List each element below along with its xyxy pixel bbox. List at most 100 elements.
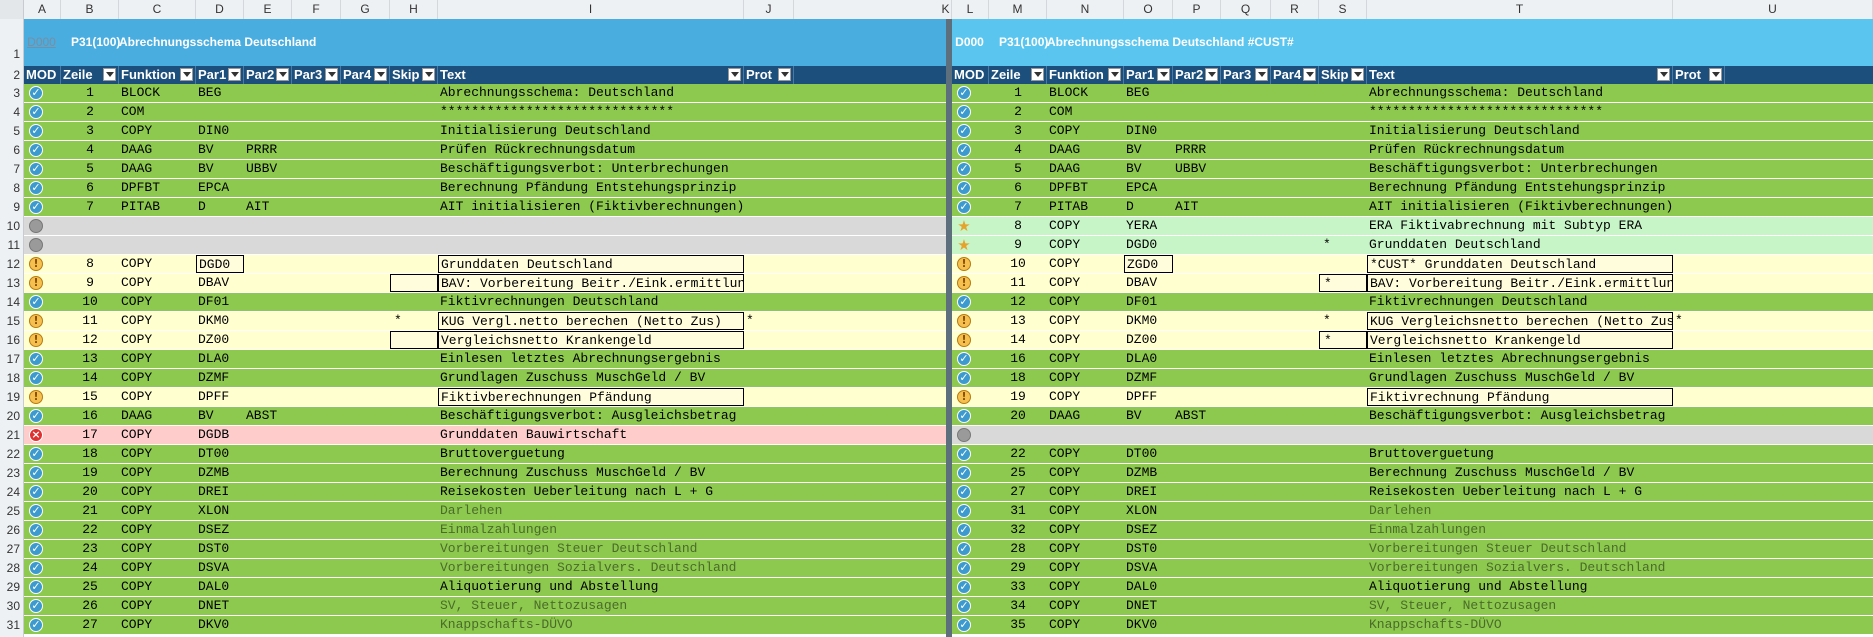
right-header-skip[interactable]: Skip [1319, 66, 1367, 84]
left-cell-funktion[interactable]: COPY [119, 521, 196, 539]
select-all-corner[interactable] [0, 0, 24, 19]
row-number[interactable]: 17 [0, 350, 23, 369]
row-number[interactable]: 14 [0, 293, 23, 312]
filter-dropdown-icon[interactable] [1031, 68, 1044, 81]
right-header-mod[interactable]: MOD [952, 66, 989, 84]
left-cell-par1[interactable]: DPFF [196, 388, 244, 406]
left-cell-prot[interactable] [744, 293, 794, 311]
right-cell-par1[interactable]: DST0 [1124, 540, 1173, 558]
right-cell-skip[interactable] [1319, 293, 1367, 311]
left-cell-prot[interactable] [744, 578, 794, 596]
right-cell-funktion[interactable]: COPY [1047, 616, 1124, 634]
row-number[interactable]: 30 [0, 597, 23, 616]
right-cell-skip[interactable] [1319, 388, 1367, 406]
left-cell-par2[interactable] [244, 483, 292, 501]
left-cell-funktion[interactable]: DAAG [119, 407, 196, 425]
filter-dropdown-icon[interactable] [1303, 68, 1316, 81]
left-cell-zeile[interactable]: 23 [61, 540, 119, 558]
left-cell-zeile[interactable]: 3 [61, 122, 119, 140]
left-cell-par1[interactable]: DZMB [196, 464, 244, 482]
right-cell-funktion[interactable]: COPY [1047, 331, 1124, 349]
row-number[interactable]: 28 [0, 559, 23, 578]
right-cell-par2[interactable] [1173, 122, 1221, 140]
left-cell-par2[interactable] [244, 293, 292, 311]
row-number[interactable]: 13 [0, 274, 23, 293]
filter-dropdown-icon[interactable] [728, 68, 741, 81]
right-cell-text[interactable] [1367, 426, 1673, 444]
right-cell-prot[interactable] [1673, 179, 1725, 197]
left-cell-prot[interactable] [744, 255, 794, 273]
right-cell-par2[interactable] [1173, 217, 1221, 235]
left-cell-zeile[interactable]: 17 [61, 426, 119, 444]
left-cell-text[interactable]: Grundlagen Zuschuss MuschGeld / BV [438, 369, 744, 387]
left-cell-prot[interactable] [744, 236, 794, 254]
row-number[interactable]: 16 [0, 331, 23, 350]
left-cell-par1[interactable]: DBAV [196, 274, 244, 292]
right-cell-prot[interactable] [1673, 350, 1725, 368]
right-cell-funktion[interactable]: COM [1047, 103, 1124, 121]
right-cell-par1[interactable]: BV [1124, 160, 1173, 178]
column-header-q[interactable]: Q [1221, 0, 1271, 19]
left-cell-prot[interactable] [744, 502, 794, 520]
right-cell-par1[interactable]: DBAV [1124, 274, 1173, 292]
right-cell-par1[interactable]: BEG [1124, 84, 1173, 102]
right-cell-text[interactable]: Berechnung Pfändung Entstehungsprinzip [1367, 179, 1673, 197]
right-cell-text[interactable]: Fiktivrechnungen Deutschland [1367, 293, 1673, 311]
left-cell-par1[interactable] [196, 103, 244, 121]
left-cell-par2[interactable] [244, 122, 292, 140]
left-cell-skip[interactable] [390, 141, 438, 159]
row-number[interactable]: 6 [0, 141, 23, 160]
left-cell-text[interactable]: Reisekosten Ueberleitung nach L + G [438, 483, 744, 501]
left-cell-text[interactable]: Berechnung Pfändung Entstehungsprinzip [438, 179, 744, 197]
right-cell-par2[interactable]: PRRR [1173, 141, 1221, 159]
left-cell-text[interactable]: AIT initialisieren (Fiktivberechnungen) [438, 198, 744, 216]
right-cell-text[interactable]: SV, Steuer, Nettozusagen [1367, 597, 1673, 615]
left-cell-funktion[interactable]: COPY [119, 312, 196, 330]
left-cell-skip[interactable] [390, 407, 438, 425]
left-cell-prot[interactable] [744, 160, 794, 178]
right-cell-zeile[interactable]: 5 [989, 160, 1047, 178]
right-cell-par1[interactable]: DZMF [1124, 369, 1173, 387]
row-number[interactable]: 2 [0, 66, 23, 84]
right-cell-text[interactable]: Knappschafts-DÜVO [1367, 616, 1673, 634]
left-cell-prot[interactable] [744, 616, 794, 634]
right-cell-par1[interactable]: BV [1124, 407, 1173, 425]
right-cell-skip[interactable] [1319, 255, 1367, 273]
right-cell-funktion[interactable]: COPY [1047, 445, 1124, 463]
right-cell-funktion[interactable]: DAAG [1047, 160, 1124, 178]
column-header-t[interactable]: T [1367, 0, 1673, 19]
left-cell-par2[interactable] [244, 103, 292, 121]
right-header-funktion[interactable]: Funktion [1047, 66, 1124, 84]
row-number[interactable]: 4 [0, 103, 23, 122]
right-cell-par2[interactable] [1173, 84, 1221, 102]
right-cell-prot[interactable] [1673, 464, 1725, 482]
right-cell-skip[interactable] [1319, 540, 1367, 558]
right-cell-funktion[interactable]: COPY [1047, 483, 1124, 501]
left-cell-skip[interactable] [390, 369, 438, 387]
right-cell-zeile[interactable]: 8 [989, 217, 1047, 235]
right-cell-zeile[interactable]: 9 [989, 236, 1047, 254]
left-cell-prot[interactable] [744, 217, 794, 235]
left-cell-skip[interactable] [390, 616, 438, 634]
left-cell-text[interactable] [438, 217, 744, 235]
right-cell-funktion[interactable]: DPFBT [1047, 179, 1124, 197]
left-cell-zeile[interactable]: 8 [61, 255, 119, 273]
left-cell-funktion[interactable]: COPY [119, 426, 196, 444]
right-cell-zeile[interactable]: 10 [989, 255, 1047, 273]
left-cell-skip[interactable] [390, 578, 438, 596]
left-cell-text[interactable]: Grunddaten Bauwirtschaft [438, 426, 744, 444]
left-cell-zeile[interactable]: 21 [61, 502, 119, 520]
right-cell-par1[interactable]: DZ00 [1124, 331, 1173, 349]
column-header-i[interactable]: I [438, 0, 744, 19]
right-cell-skip[interactable]: * [1319, 274, 1367, 292]
left-cell-par1[interactable]: DAL0 [196, 578, 244, 596]
left-cell-zeile[interactable]: 27 [61, 616, 119, 634]
right-cell-prot[interactable] [1673, 426, 1725, 444]
column-header-e[interactable]: E [244, 0, 292, 19]
right-cell-text[interactable]: AIT initialisieren (Fiktivberechnungen) [1367, 198, 1673, 216]
left-cell-prot[interactable] [744, 407, 794, 425]
right-cell-skip[interactable] [1319, 407, 1367, 425]
right-cell-par1[interactable]: BV [1124, 141, 1173, 159]
column-header-f[interactable]: F [292, 0, 341, 19]
right-cell-text[interactable]: Einlesen letztes Abrechnungsergebnis [1367, 350, 1673, 368]
